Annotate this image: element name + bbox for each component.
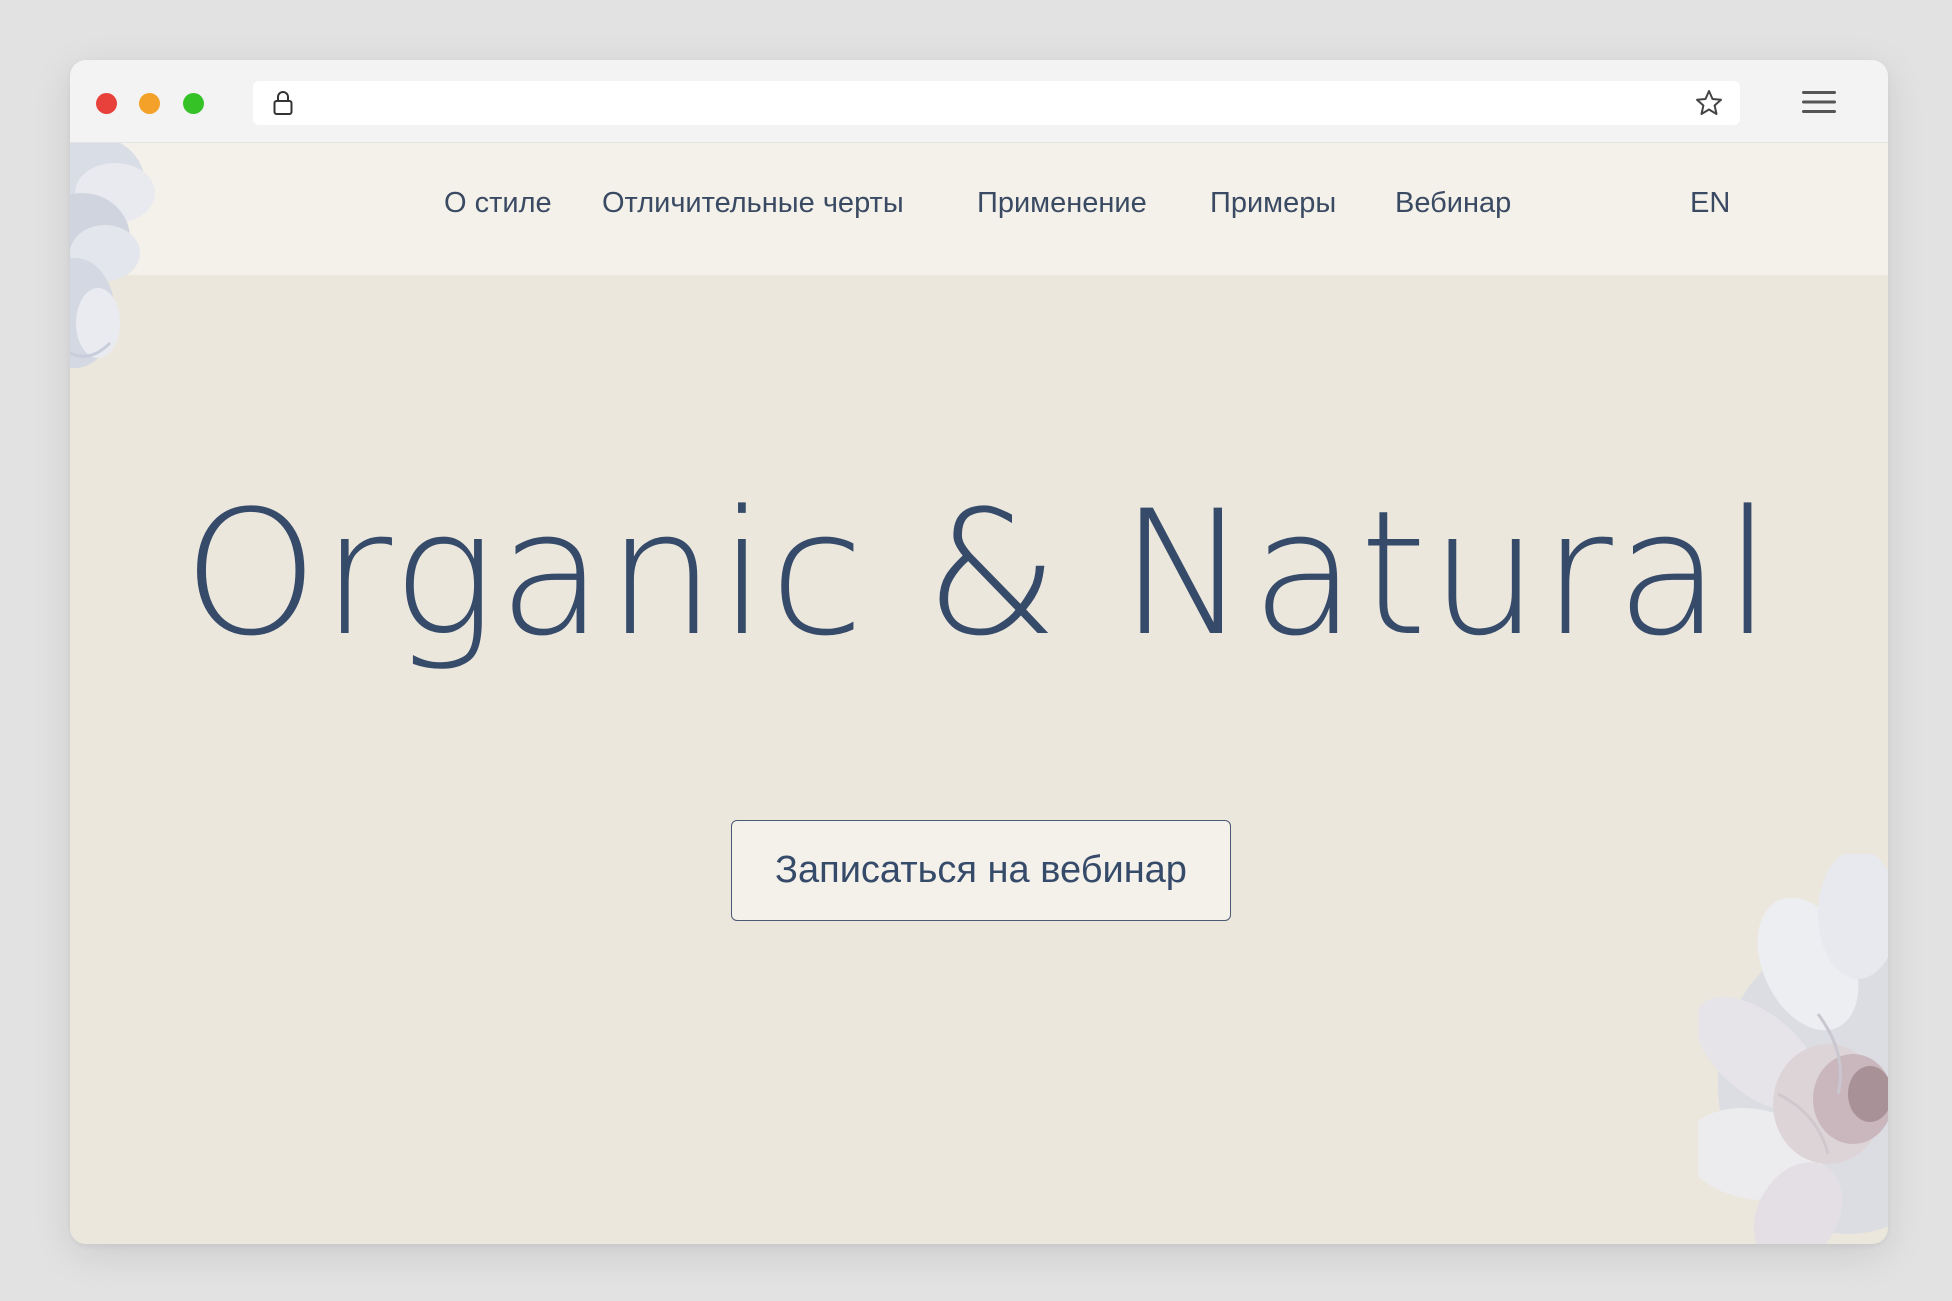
close-window-button[interactable] bbox=[96, 93, 117, 114]
nav-item-application[interactable]: Применение bbox=[977, 187, 1147, 220]
address-bar[interactable] bbox=[253, 81, 1740, 125]
browser-toolbar bbox=[70, 60, 1888, 143]
flower-decoration-bottom-right bbox=[1698, 854, 1888, 1244]
hamburger-menu-icon[interactable] bbox=[1802, 88, 1836, 116]
language-switch[interactable]: EN bbox=[1690, 187, 1730, 220]
nav-item-webinar[interactable]: Вебинар bbox=[1395, 187, 1511, 220]
nav-item-distinctive-features[interactable]: Отличительные черты bbox=[602, 187, 904, 220]
lock-icon bbox=[273, 91, 293, 115]
minimize-window-button[interactable] bbox=[139, 93, 160, 114]
nav-item-examples[interactable]: Примеры bbox=[1210, 187, 1336, 220]
webinar-signup-button[interactable]: Записаться на вебинар bbox=[731, 820, 1231, 921]
nav-item-about-style[interactable]: О стиле bbox=[444, 187, 552, 220]
browser-window: О стиле Отличительные черты Применение П… bbox=[70, 60, 1888, 1244]
maximize-window-button[interactable] bbox=[183, 93, 204, 114]
site-navbar: О стиле Отличительные черты Применение П… bbox=[70, 143, 1888, 275]
flower-decoration-top-left bbox=[70, 143, 155, 368]
web-page: О стиле Отличительные черты Применение П… bbox=[70, 143, 1888, 1244]
bookmark-star-icon[interactable] bbox=[1694, 88, 1724, 118]
hero-title: Organic & Natural bbox=[183, 473, 1775, 674]
